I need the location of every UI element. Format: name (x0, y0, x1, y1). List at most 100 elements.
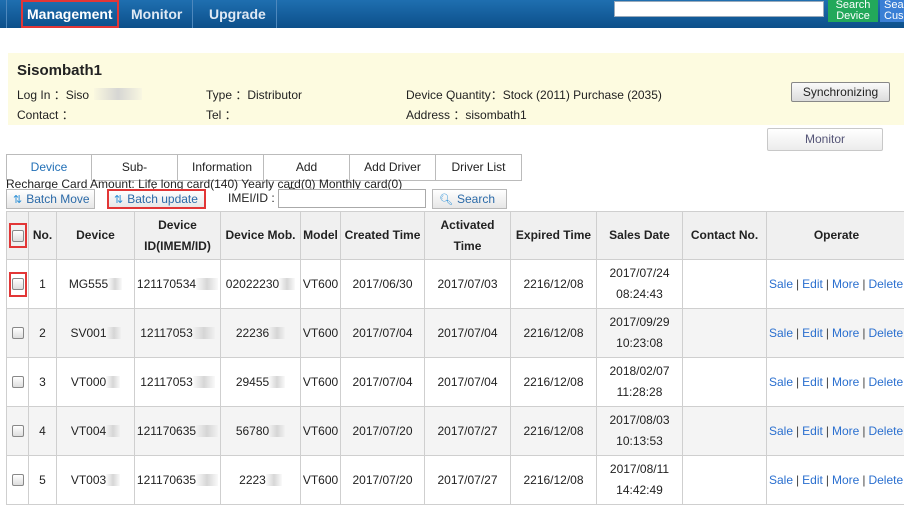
cell-model: VT600 (301, 358, 341, 407)
cell-expired-time: 2216/12/08 (511, 358, 597, 407)
batch-update-button[interactable]: ⇅Batch update (107, 189, 206, 209)
batch-move-label: Batch Move (26, 192, 89, 206)
row-checkbox-wrap (9, 468, 27, 493)
sale-link[interactable]: Sale (769, 375, 793, 389)
sales-time: 10:13:53 (597, 431, 682, 452)
more-link[interactable]: More (832, 473, 859, 487)
search-customer-button[interactable]: Sea Cus (880, 0, 904, 22)
device-mob: 2223 (239, 473, 266, 487)
sale-link[interactable]: Sale (769, 326, 793, 340)
row-checkbox[interactable] (12, 376, 24, 388)
row-checkbox[interactable] (12, 327, 24, 339)
row-checkbox[interactable] (12, 474, 24, 486)
device-id: 121170635 (137, 473, 196, 487)
cell-activated-time: 2017/07/27 (425, 407, 511, 456)
table-header-row: No. Device Device ID(IMEM/ID) Device Mob… (7, 212, 904, 260)
cell-model: VT600 (301, 456, 341, 505)
cell-created-time: 2017/07/20 (341, 456, 425, 505)
delete-link[interactable]: Delete (868, 424, 903, 438)
address-label: Address ：sisombath1 (406, 106, 527, 123)
cell-no: 2 (29, 309, 57, 358)
edit-link[interactable]: Edit (802, 375, 823, 389)
delete-link[interactable]: Delete (868, 375, 903, 389)
cell-device-mob: 56780 (221, 407, 301, 456)
sales-date: 2017/08/11 (597, 459, 682, 480)
cell-no: 1 (29, 260, 57, 309)
sale-link[interactable]: Sale (769, 424, 793, 438)
sales-time: 10:23:08 (597, 333, 682, 354)
sales-time: 11:28:28 (597, 382, 682, 403)
top-search-input[interactable] (614, 1, 824, 17)
row-select-cell (7, 260, 29, 309)
sale-link[interactable]: Sale (769, 473, 793, 487)
cell-expired-time: 2216/12/08 (511, 260, 597, 309)
cell-model: VT600 (301, 260, 341, 309)
edit-link[interactable]: Edit (802, 326, 823, 340)
tab-driver-list[interactable]: Driver List (436, 154, 522, 181)
monitor-button[interactable]: Monitor (767, 128, 883, 151)
cell-created-time: 2017/07/04 (341, 309, 425, 358)
cell-contact-no (683, 358, 767, 407)
cell-device-mob: 29455 (221, 358, 301, 407)
more-link[interactable]: More (832, 375, 859, 389)
header-device-mob: Device Mob. (221, 212, 301, 260)
cell-activated-time: 2017/07/04 (425, 358, 511, 407)
cell-operate: Sale|Edit|More|Delete (767, 309, 904, 358)
cell-device-mob: 22236 (221, 309, 301, 358)
nav-item-monitor[interactable]: Monitor (119, 0, 193, 28)
edit-link[interactable]: Edit (802, 424, 823, 438)
device-mob: 29455 (236, 375, 269, 389)
device-name: VT003 (71, 473, 106, 487)
redacted-blur (107, 327, 121, 339)
more-link[interactable]: More (832, 277, 859, 291)
device-id: 12117053 (140, 375, 193, 389)
device-mob: 02022230 (226, 277, 279, 291)
device-mob: 22236 (236, 326, 269, 340)
row-checkbox-wrap (9, 370, 27, 395)
imei-input[interactable] (278, 189, 426, 208)
more-link[interactable]: More (832, 424, 859, 438)
cell-device: MG555 (57, 260, 135, 309)
device-name: VT004 (71, 424, 106, 438)
edit-link[interactable]: Edit (802, 473, 823, 487)
header-contact-no: Contact No. (683, 212, 767, 260)
separator: | (796, 277, 799, 291)
separator: | (796, 375, 799, 389)
nav-item-hidden[interactable] (0, 0, 7, 28)
device-name: SV001 (70, 326, 106, 340)
type-label: Type ：Distributor (206, 86, 302, 103)
nav-item-upgrade[interactable]: Upgrade (193, 0, 277, 28)
row-checkbox-wrap (9, 272, 27, 297)
search-device-button[interactable]: Search Device (828, 0, 878, 22)
separator: | (796, 326, 799, 340)
batch-update-label: Batch update (127, 192, 198, 206)
more-link[interactable]: More (832, 326, 859, 340)
header-activated-time: Activated Time (425, 212, 511, 260)
select-all-checkbox[interactable] (12, 230, 24, 242)
delete-link[interactable]: Delete (868, 473, 903, 487)
search-button[interactable]: 🔍︎Search (432, 189, 507, 209)
sale-link[interactable]: Sale (769, 277, 793, 291)
delete-link[interactable]: Delete (868, 277, 903, 291)
delete-link[interactable]: Delete (868, 326, 903, 340)
synchronizing-button[interactable]: Synchronizing (791, 82, 890, 102)
nav-item-management[interactable]: Management (21, 0, 119, 28)
account-info-panel: Sisombath1 Log In ：Siso Contact ： Type ：… (8, 53, 904, 125)
edit-link[interactable]: Edit (802, 277, 823, 291)
row-checkbox[interactable] (12, 278, 24, 290)
cell-device: VT004 (57, 407, 135, 456)
select-all-cell (7, 212, 29, 260)
row-checkbox[interactable] (12, 425, 24, 437)
row-select-cell (7, 358, 29, 407)
device-id: 121170635 (137, 424, 196, 438)
login-label: Log In ：Siso (17, 86, 89, 103)
batch-move-button[interactable]: ⇅Batch Move (6, 189, 95, 209)
header-no: No. (29, 212, 57, 260)
sales-date: 2017/09/29 (597, 312, 682, 333)
cell-contact-no (683, 456, 767, 505)
separator: | (862, 277, 865, 291)
cell-no: 4 (29, 407, 57, 456)
device-id: 121170534 (137, 277, 196, 291)
search-label: Search (457, 192, 495, 206)
cell-operate: Sale|Edit|More|Delete (767, 260, 904, 309)
